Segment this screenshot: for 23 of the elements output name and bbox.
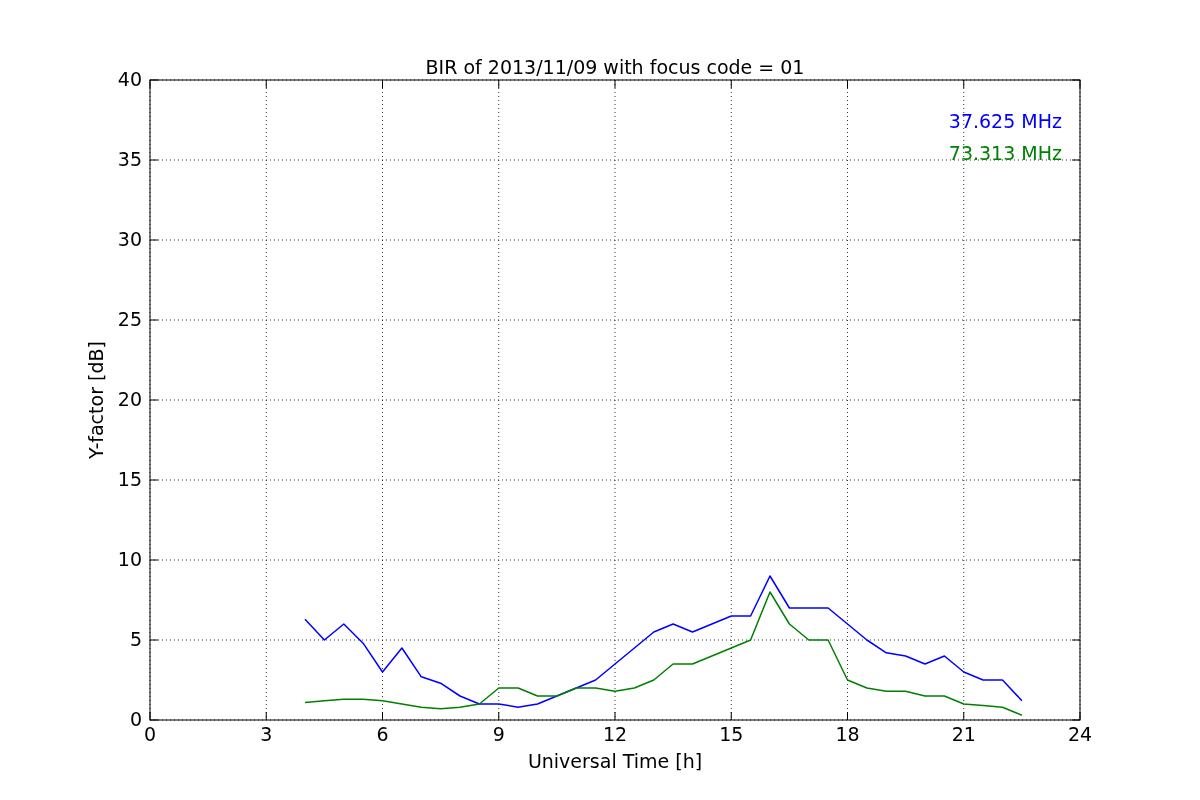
legend-label: 73.313 MHz xyxy=(948,142,1062,164)
y-axis-label: Y-factor [dB] xyxy=(85,341,107,459)
x-tick-label: 3 xyxy=(260,723,273,745)
x-tick-label: 21 xyxy=(951,723,976,745)
y-tick-label: 35 xyxy=(117,148,142,170)
y-tick-label: 15 xyxy=(117,468,142,490)
x-tick-label: 0 xyxy=(143,723,157,745)
x-tick-label: 9 xyxy=(492,723,505,745)
y-tick-label: 20 xyxy=(117,388,142,410)
x-tick-label: 15 xyxy=(719,723,744,745)
x-tick-label: 24 xyxy=(1067,723,1093,745)
y-tick-label: 25 xyxy=(117,308,142,330)
x-tick-label: 12 xyxy=(602,723,628,745)
chart-title: BIR of 2013/11/09 with focus code = 01 xyxy=(425,56,805,78)
x-tick-label: 18 xyxy=(835,723,860,745)
y-tick-label: 0 xyxy=(129,708,142,730)
x-tick-label: 6 xyxy=(376,723,389,745)
y-tick-label: 10 xyxy=(117,548,142,570)
legend-label: 37.625 MHz xyxy=(948,110,1062,132)
y-tick-label: 5 xyxy=(129,628,142,650)
x-axis-label: Universal Time [h] xyxy=(527,750,703,772)
y-tick-label: 40 xyxy=(117,68,142,90)
y-tick-label: 30 xyxy=(117,228,142,250)
